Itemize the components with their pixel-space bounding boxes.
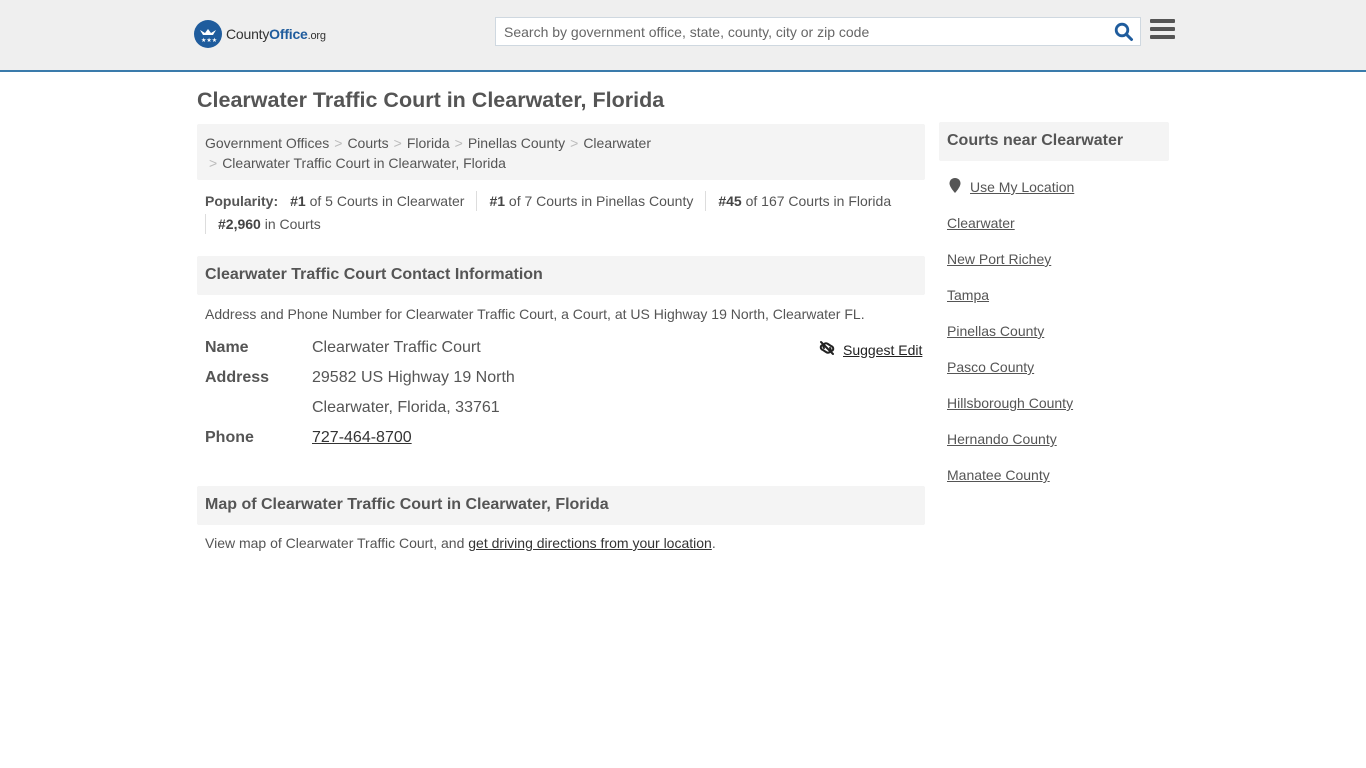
address-label: Address [205,369,270,386]
sidebar-link-manatee-county[interactable]: Manatee County [947,467,1050,483]
breadcrumb-separator: > [334,135,343,151]
search-input[interactable] [496,18,1106,45]
breadcrumb-item-government-offices[interactable]: Government Offices [205,135,329,151]
address-line2: Clearwater, Florida, 33761 [312,399,500,416]
breadcrumb-separator: > [454,135,463,151]
name-label: Name [205,339,249,356]
sidebar-link-tampa[interactable]: Tampa [947,287,989,303]
name-value: Clearwater Traffic Court [312,339,481,356]
breadcrumb-item-courts[interactable]: Courts [347,135,388,151]
breadcrumb-item-clearwater[interactable]: Clearwater [583,135,651,151]
sidebar-link-pinellas-county[interactable]: Pinellas County [947,323,1044,339]
svg-text:★★★: ★★★ [201,37,217,44]
logo[interactable]: ★★★ CountyOffice.org [194,20,326,48]
hamburger-menu-icon[interactable] [1150,19,1175,41]
phone-label: Phone [205,429,254,446]
sidebar-link-hillsborough-county[interactable]: Hillsborough County [947,395,1073,411]
popularity-rankings: Popularity: #1 of 5 Courts in Clearwater #… [205,191,925,234]
address-line1: 29582 US Highway 19 North [312,369,515,386]
popularity-label: Popularity: [205,193,279,209]
breadcrumb: Government Offices > Courts > Florida > Pinell… [197,124,925,180]
breadcrumb-separator: > [570,135,579,151]
contact-section-heading: Clearwater Traffic Court Contact Informa… [197,256,925,295]
map-marker-icon [949,178,961,196]
page-title: Clearwater Traffic Court in Clearwater, … [197,88,665,112]
driving-directions-link[interactable]: get driving directions from your locatio… [468,535,712,551]
sidebar-link-new-port-richey[interactable]: New Port Richey [947,251,1051,267]
phone-link[interactable]: 727-464-8700 [312,429,412,446]
suggest-edit-link[interactable]: Suggest Edit [843,342,922,358]
map-section-heading: Map of Clearwater Traffic Court in Clear… [197,486,925,525]
popularity-item: #1 of 7 Courts in Pinellas County [476,191,705,211]
popularity-item: #1 of 5 Courts in Clearwater [290,193,465,209]
sidebar-link-hernando-county[interactable]: Hernando County [947,431,1057,447]
search-box [495,17,1141,46]
sidebar-heading: Courts near Clearwater [939,122,1169,161]
contact-description: Address and Phone Number for Clearwater … [205,306,865,322]
map-description: View map of Clearwater Traffic Court, an… [205,535,716,551]
sidebar-link-clearwater[interactable]: Clearwater [947,215,1015,231]
breadcrumb-item-florida[interactable]: Florida [407,135,450,151]
search-icon[interactable] [1114,22,1134,42]
breadcrumb-item-pinellas-county[interactable]: Pinellas County [468,135,565,151]
use-my-location: Use My Location [949,178,1074,196]
breadcrumb-separator: > [393,135,402,151]
popularity-item: #2,960 in Courts [205,214,333,234]
unlink-icon [819,340,835,359]
breadcrumb-current: Clearwater Traffic Court in Clearwater, … [222,155,506,171]
site-header: ★★★ CountyOffice.org [0,0,1366,72]
use-my-location-link[interactable]: Use My Location [970,179,1074,195]
suggest-edit: Suggest Edit [819,340,922,359]
breadcrumb-separator: > [209,155,218,171]
popularity-item: #45 of 167 Courts in Florida [705,191,903,211]
logo-text: CountyOffice.org [226,26,326,42]
sidebar-link-pasco-county[interactable]: Pasco County [947,359,1034,375]
eagle-logo-icon: ★★★ [194,20,222,48]
